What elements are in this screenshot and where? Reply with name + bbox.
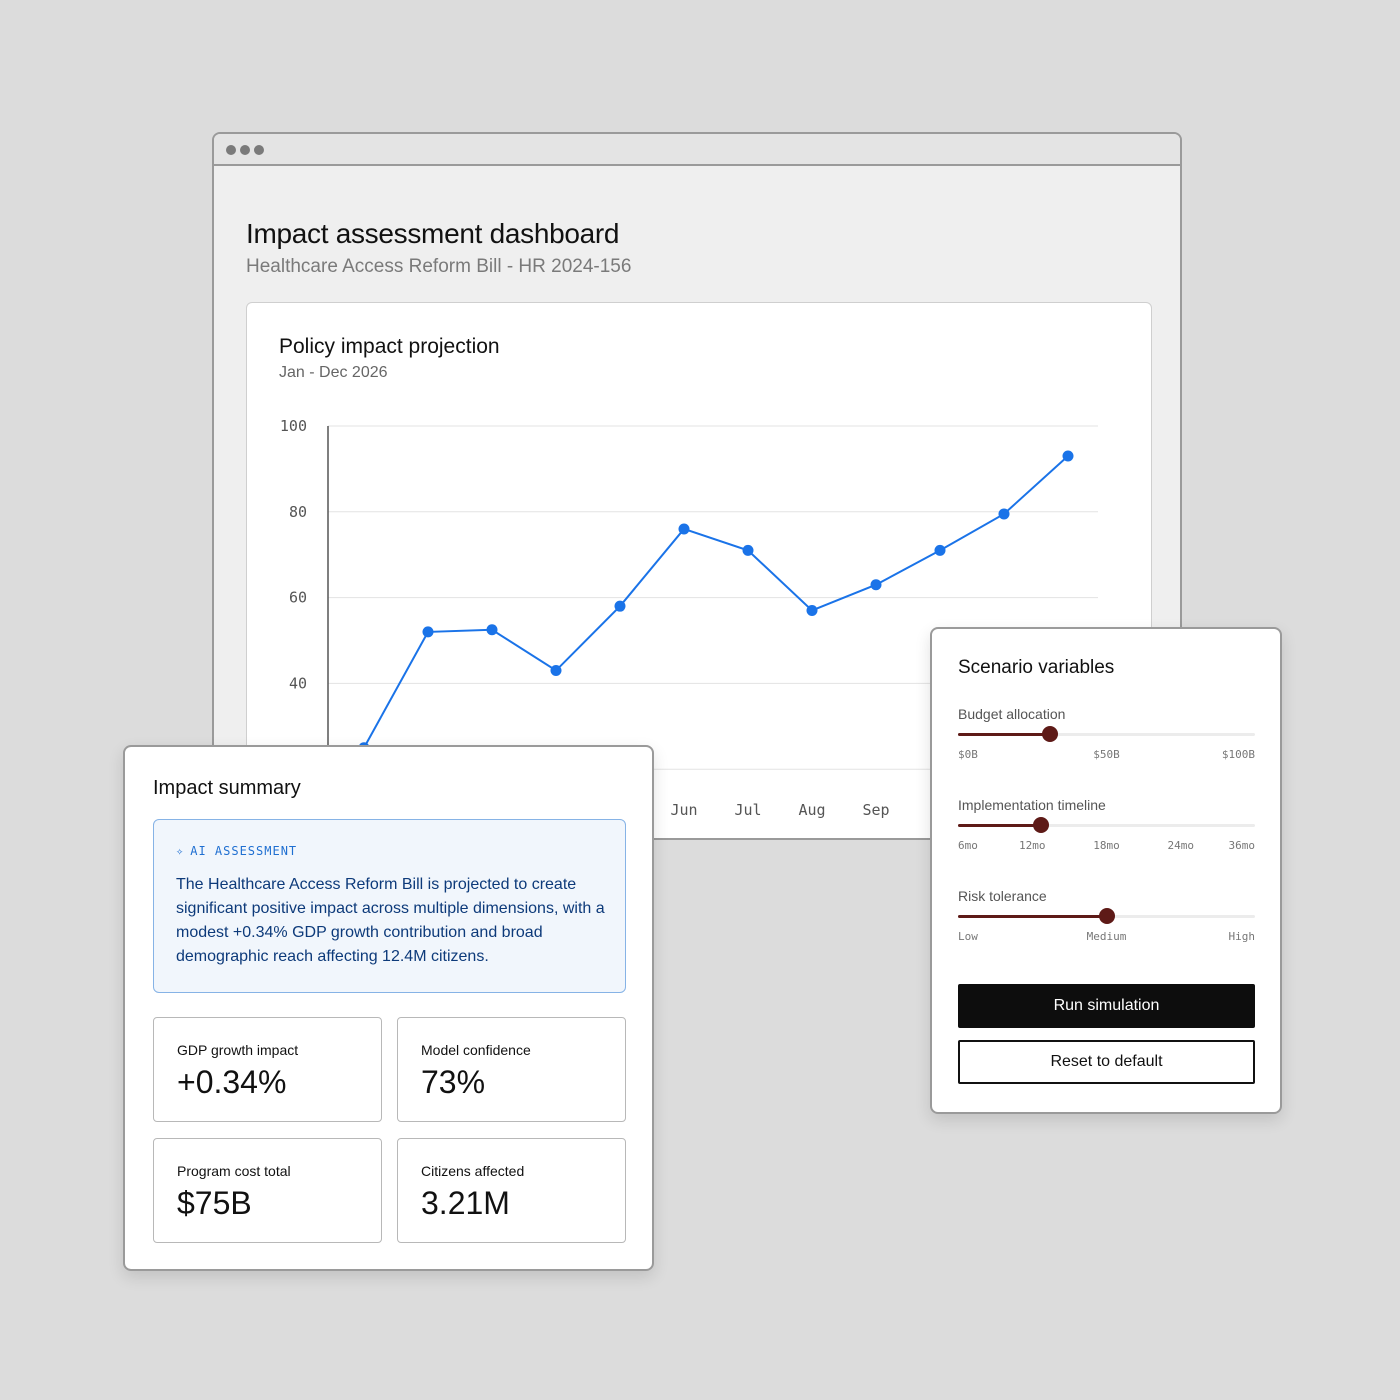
chart-x-tick-label: Aug <box>798 801 825 819</box>
run-simulation-button[interactable]: Run simulation <box>958 984 1255 1028</box>
metric-card-gdp: GDP growth impact +0.34% <box>153 1017 382 1122</box>
metric-card-confidence: Model confidence 73% <box>397 1017 626 1122</box>
ai-assessment-box: ✧ AI ASSESSMENT The Healthcare Access Ref… <box>153 819 626 993</box>
budget-slider-ticks: $0B $50B $100B <box>958 748 1255 762</box>
slider-fill <box>958 824 1042 827</box>
chart-y-tick-label: 60 <box>289 589 307 607</box>
page-title: Impact assessment dashboard <box>246 218 620 249</box>
slider-label-risk: Risk tolerance <box>958 888 1047 904</box>
chart-data-point <box>486 624 498 636</box>
reset-default-button[interactable]: Reset to default <box>958 1040 1255 1084</box>
slider-tick-label: $100B <box>1221 748 1255 761</box>
slider-fill <box>958 915 1107 918</box>
slider-thumb[interactable] <box>1033 817 1050 833</box>
window-dot-icon[interactable] <box>240 145 250 155</box>
metric-value: 73% <box>421 1064 486 1100</box>
impact-summary-panel: Impact summary ✧ AI ASSESSMENT The Health… <box>123 745 654 1271</box>
slider-tick-label: 36mo <box>1228 839 1256 852</box>
chart-data-point <box>422 626 434 638</box>
chart-y-tick-label: 80 <box>289 503 307 521</box>
risk-slider[interactable] <box>958 908 1255 924</box>
scenario-title: Scenario variables <box>958 657 1115 678</box>
ai-assessment-text: The Healthcare Access Reform Bill is pro… <box>176 876 605 965</box>
slider-label-timeline: Implementation timeline <box>958 797 1106 813</box>
metric-label: Model confidence <box>421 1042 531 1058</box>
metric-card-citizens: Citizens affected 3.21M <box>397 1138 626 1243</box>
chart-data-point <box>806 604 818 616</box>
slider-tick-label: Low <box>958 930 978 943</box>
chart-subtitle: Jan - Dec 2026 <box>279 364 388 381</box>
slider-tick-label: $50B <box>1093 748 1120 761</box>
metric-label: Citizens affected <box>421 1163 525 1179</box>
budget-slider[interactable] <box>958 726 1255 742</box>
timeline-slider-ticks: 6mo 12mo 18mo 24mo 36mo <box>958 839 1255 853</box>
slider-fill <box>958 733 1051 736</box>
slider-tick-label: Medium <box>1086 930 1127 943</box>
chart-data-point <box>614 600 626 612</box>
window-titlebar <box>214 134 1180 166</box>
scenario-variables-panel: Scenario variables Budget allocation $0B… <box>930 627 1282 1114</box>
chart-title: Policy impact projection <box>279 335 500 358</box>
slider-tick-label: $0B <box>958 748 978 761</box>
chart-data-point <box>678 523 690 535</box>
chart-data-point <box>998 508 1010 520</box>
chart-x-tick-label: Sep <box>862 801 889 819</box>
slider-thumb[interactable] <box>1042 726 1059 742</box>
summary-title: Impact summary <box>153 777 301 799</box>
metric-card-cost: Program cost total $75B <box>153 1138 382 1243</box>
slider-tick-label: 12mo <box>1019 839 1046 852</box>
chart-data-point <box>1062 450 1074 462</box>
metric-value: +0.34% <box>177 1064 287 1100</box>
timeline-slider[interactable] <box>958 817 1255 833</box>
window-dot-icon[interactable] <box>254 145 264 155</box>
slider-tick-label: 24mo <box>1167 839 1195 852</box>
metric-label: GDP growth impact <box>177 1042 299 1058</box>
slider-thumb[interactable] <box>1098 908 1115 924</box>
window-dot-icon[interactable] <box>226 145 236 155</box>
ai-assessment-label: ✧ AI ASSESSMENT <box>176 844 298 858</box>
chart-x-tick-label: Jul <box>734 801 761 819</box>
chart-data-point <box>870 579 882 591</box>
slider-tick-label: 6mo <box>958 839 978 852</box>
risk-slider-ticks: Low Medium High <box>958 930 1255 944</box>
metric-label: Program cost total <box>177 1163 291 1179</box>
chart-data-point <box>742 544 754 556</box>
chart-data-point <box>934 544 946 556</box>
slider-label-budget: Budget allocation <box>958 706 1066 722</box>
sparkle-icon: ✧ <box>176 844 185 858</box>
chart-y-tick-label: 40 <box>289 674 307 692</box>
slider-tick-label: 18mo <box>1093 839 1120 852</box>
page-subtitle: Healthcare Access Reform Bill - HR 2024-… <box>246 256 632 277</box>
chart-x-tick-label: Jun <box>670 801 697 819</box>
slider-tick-label: High <box>1228 930 1256 943</box>
metric-value: 3.21M <box>421 1185 510 1221</box>
metric-value: $75B <box>177 1185 252 1221</box>
chart-y-tick-label: 100 <box>280 417 307 435</box>
chart-data-point <box>550 665 562 677</box>
